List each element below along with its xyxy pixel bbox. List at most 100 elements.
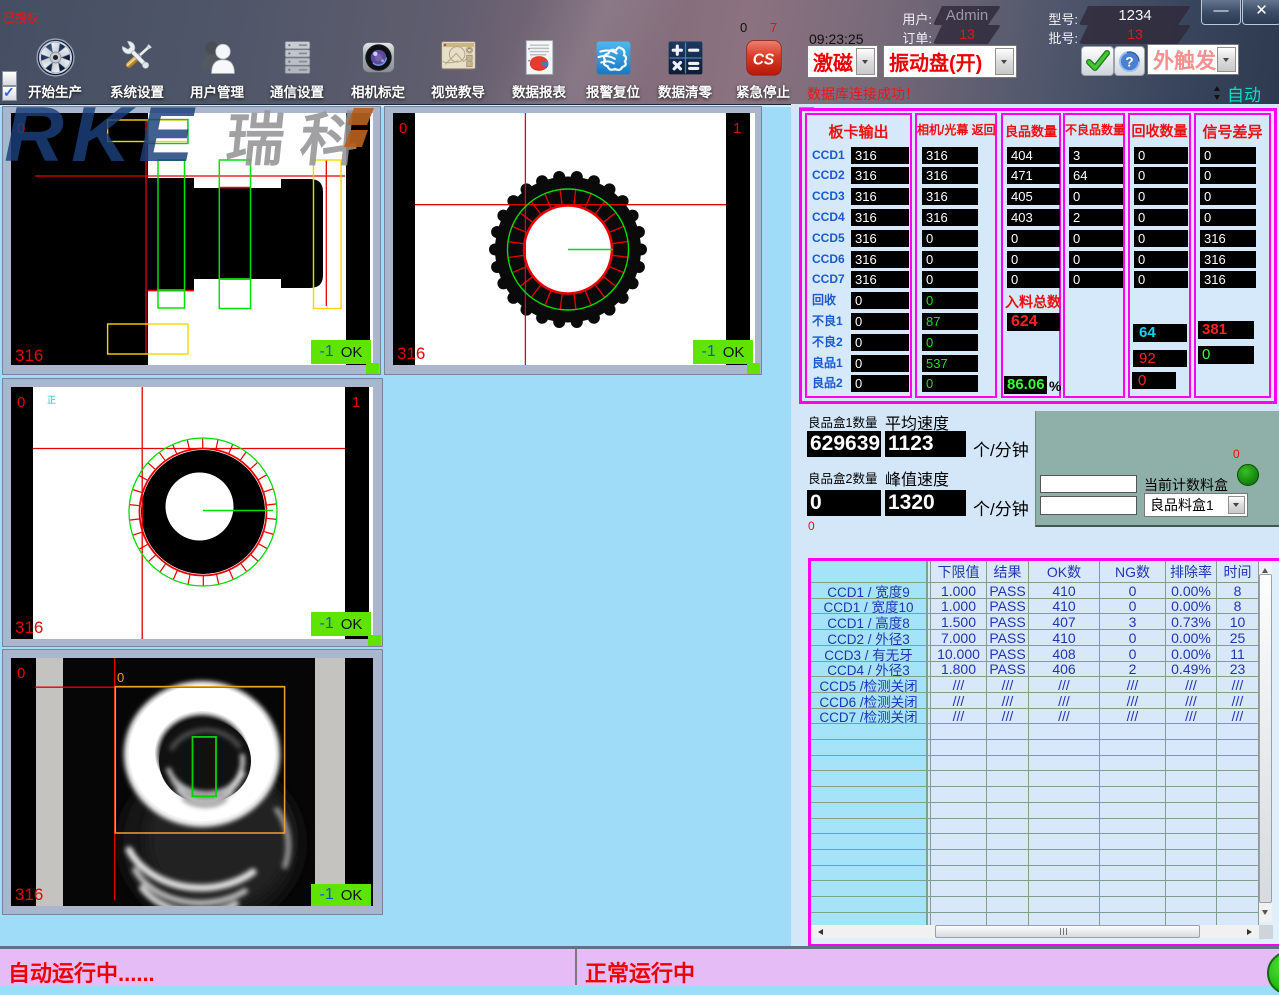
emergency-stop-button[interactable]: CS 紧急停止 — [715, 37, 811, 101]
map-icon — [438, 37, 479, 78]
badge-value: -1 — [320, 615, 334, 633]
stats-row-label: CCD1 — [812, 147, 845, 164]
detail-cell: CCD1 / 宽度10 — [811, 599, 927, 614]
dropdown-arrow-icon[interactable] — [1228, 496, 1245, 514]
detail-cell: /// — [1217, 693, 1259, 709]
calculator-icon — [665, 37, 706, 78]
detail-cell — [1029, 787, 1100, 803]
tray-input-1[interactable] — [1040, 475, 1137, 493]
detail-cell — [931, 834, 987, 850]
scroll-right-icon[interactable] — [1247, 929, 1255, 935]
badge-ok-label: OK — [341, 344, 363, 361]
detail-cell: 1.000 — [931, 583, 987, 599]
peak-speed-value: 1320 — [885, 490, 966, 516]
scrollbar-corner — [1259, 925, 1273, 939]
detail-row: CCD3 / 有无牙10.000PASS40800.00%11 — [811, 646, 1259, 662]
stats-value: 3 — [1069, 147, 1123, 164]
trigger-combobox[interactable]: 外触发 — [1147, 44, 1239, 75]
detail-cell: /// — [1100, 693, 1166, 709]
model-field[interactable]: 1234 — [1079, 6, 1191, 25]
badge-ok-label: OK — [341, 616, 363, 633]
box2-count-label: 良品盒2数量 — [808, 468, 877, 487]
confirm-button[interactable] — [1081, 46, 1114, 76]
stats-value: 0 — [1069, 188, 1123, 205]
estop-count-left: 0 — [740, 20, 747, 35]
detail-cell — [811, 561, 927, 583]
detail-cell — [1166, 756, 1217, 771]
vertical-scroll-thumb[interactable] — [1259, 574, 1272, 903]
detail-cell: /// — [1217, 709, 1259, 724]
detail-cell: CCD1 / 高度8 — [811, 614, 927, 630]
detail-cell — [1100, 834, 1166, 850]
vibrator-combobox[interactable]: 振动盘(开) — [883, 45, 1017, 78]
detail-cell — [1100, 897, 1166, 913]
ccd4-image: 0 0 316 — [11, 658, 373, 906]
detail-cell — [987, 850, 1029, 866]
detail-cell — [931, 740, 987, 756]
excite-combobox[interactable]: 激磁 — [807, 45, 878, 78]
detail-cell — [811, 834, 927, 850]
horizontal-scroll-thumb[interactable] — [935, 925, 1200, 938]
stats-value: 0 — [1200, 147, 1256, 164]
camera-panel-ccd1: 0 316 -1OK — [2, 106, 381, 375]
stats-value: 316 — [922, 209, 978, 226]
vertical-scrollbar[interactable] — [1259, 561, 1272, 922]
stats-row-label: CCD7 — [812, 271, 845, 288]
detail-cell: 1.000 — [931, 599, 987, 614]
box2-count-value: 0 — [807, 490, 881, 516]
dropdown-arrow-icon[interactable] — [856, 48, 875, 75]
detail-cell: 410 — [1029, 599, 1100, 614]
detail-row: CCD5 /检测关闭////////////////// — [811, 677, 1259, 693]
yield-unit: % — [1049, 378, 1061, 394]
detail-empty-row — [811, 834, 1259, 850]
detail-cell: 排除率 — [1166, 561, 1217, 583]
dropdown-arrow-icon[interactable] — [995, 48, 1014, 75]
recycle-extra: 64 — [1133, 324, 1187, 342]
horizontal-scrollbar[interactable] — [811, 925, 1259, 938]
tray-combobox[interactable]: 良品料盒1 — [1144, 493, 1248, 517]
spin-down-icon[interactable] — [1214, 95, 1220, 103]
detail-row: CCD7 /检测关闭////////////////// — [811, 709, 1259, 724]
scroll-up-icon[interactable] — [1262, 565, 1268, 573]
stats-value: 0 — [1134, 251, 1188, 268]
ccd2-image: 0 1 316 — [393, 113, 755, 365]
help-icon: ? — [1118, 50, 1141, 73]
yield-value: 86.06 — [1004, 376, 1047, 394]
order-field[interactable]: 13 — [933, 25, 1001, 44]
detail-cell: 7.000 — [931, 630, 987, 646]
svg-text:316: 316 — [15, 346, 43, 365]
tray-input-2[interactable] — [1040, 496, 1137, 515]
scroll-left-icon[interactable] — [815, 929, 823, 935]
detail-cell — [987, 724, 1029, 740]
badge-ok-label: OK — [341, 887, 363, 904]
stats-row-label: 不良2 — [812, 334, 843, 351]
user-field[interactable]: Admin — [933, 6, 1001, 25]
recycle-extra: 0 — [1132, 372, 1176, 389]
scroll-down-icon[interactable] — [1262, 910, 1268, 918]
spin-up-icon[interactable] — [1214, 83, 1220, 91]
signal-extra: 381 — [1198, 321, 1254, 339]
close-button[interactable]: ✕ — [1242, 0, 1279, 25]
stats-value: 0 — [1134, 147, 1188, 164]
batch-field[interactable]: 13 — [1079, 25, 1191, 44]
svg-text:316: 316 — [15, 885, 43, 904]
tray-panel: 当前计数料盒 良品料盒1 0 — [1035, 411, 1279, 527]
dropdown-arrow-icon[interactable] — [1217, 47, 1236, 72]
svg-text:1: 1 — [352, 394, 360, 411]
stats-value: 0 — [922, 334, 978, 351]
stats-value: 316 — [922, 188, 978, 205]
detail-cell — [1166, 834, 1217, 850]
stats-row-label: 回收 — [812, 292, 836, 309]
camera-panel-ccd4: 0 0 316 -1OK — [2, 649, 383, 915]
box1-count-value: 629639 — [807, 431, 881, 457]
minimize-button[interactable]: — — [1201, 0, 1241, 25]
help-button[interactable]: ? — [1114, 46, 1145, 76]
detail-empty-row — [811, 740, 1259, 756]
detail-cell: /// — [1029, 693, 1100, 709]
detail-cell — [931, 756, 987, 771]
detail-cell — [1217, 819, 1259, 834]
detail-cell — [1029, 740, 1100, 756]
stats-row-label: CCD6 — [812, 251, 845, 268]
detail-row: CCD1 / 宽度91.000PASS41000.00%8 — [811, 583, 1259, 599]
stats-value: 0 — [851, 334, 909, 351]
